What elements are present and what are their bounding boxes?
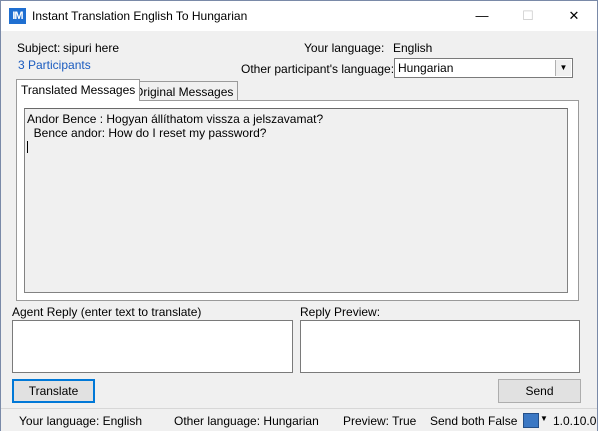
subject-value: sipuri here (63, 41, 120, 55)
agent-reply-label: Agent Reply (enter text to translate) (12, 305, 202, 319)
text-caret (27, 141, 28, 153)
reply-preview-label: Reply Preview: (300, 305, 381, 319)
main-window: IM Instant Translation English To Hungar… (0, 0, 598, 431)
other-language-select[interactable]: Hungarian ▼ (394, 58, 573, 78)
image-icon[interactable] (523, 413, 539, 428)
minimize-button[interactable]: — (459, 1, 505, 31)
status-send-both: Send both False (430, 414, 518, 428)
messages-textarea[interactable]: Andor Bence : Hogyan állíthatom vissza a… (24, 108, 568, 293)
status-version: 1.0.10.0 (553, 414, 597, 428)
your-language-label: Your language: (304, 41, 385, 55)
send-button[interactable]: Send (498, 379, 581, 403)
chevron-down-icon[interactable]: ▼ (555, 60, 571, 76)
title-bar[interactable]: IM Instant Translation English To Hungar… (1, 1, 597, 31)
your-language-value: English (393, 41, 433, 55)
participants-link[interactable]: 3 Participants (18, 58, 91, 72)
status-preview: Preview: True (343, 414, 417, 428)
maximize-button: ☐ (522, 8, 534, 23)
subject-label: Subject: (17, 41, 61, 55)
other-language-label: Other participant's language: (241, 62, 395, 76)
tab-original-messages[interactable]: Original Messages (129, 81, 239, 102)
translated-messages-panel: Andor Bence : Hogyan állíthatom vissza a… (16, 100, 579, 301)
message-line: Bence andor: How do I reset my password? (27, 126, 267, 140)
status-other-language: Other language: Hungarian (174, 414, 319, 428)
other-language-selected: Hungarian (398, 61, 454, 75)
translate-button[interactable]: Translate (12, 379, 95, 403)
tab-translated-messages[interactable]: Translated Messages (16, 79, 141, 101)
status-bar: Your language: English Other language: H… (1, 408, 597, 431)
reply-preview-box (300, 320, 580, 373)
status-your-language: Your language: English (19, 414, 142, 428)
window-title: Instant Translation English To Hungarian (32, 9, 248, 23)
message-line: Andor Bence : Hogyan állíthatom vissza a… (27, 112, 324, 126)
dropdown-arrow-icon[interactable]: ▼ (540, 414, 548, 423)
agent-reply-input[interactable] (12, 320, 293, 373)
close-button[interactable]: ✕ (551, 1, 597, 31)
app-icon: IM (9, 8, 26, 24)
